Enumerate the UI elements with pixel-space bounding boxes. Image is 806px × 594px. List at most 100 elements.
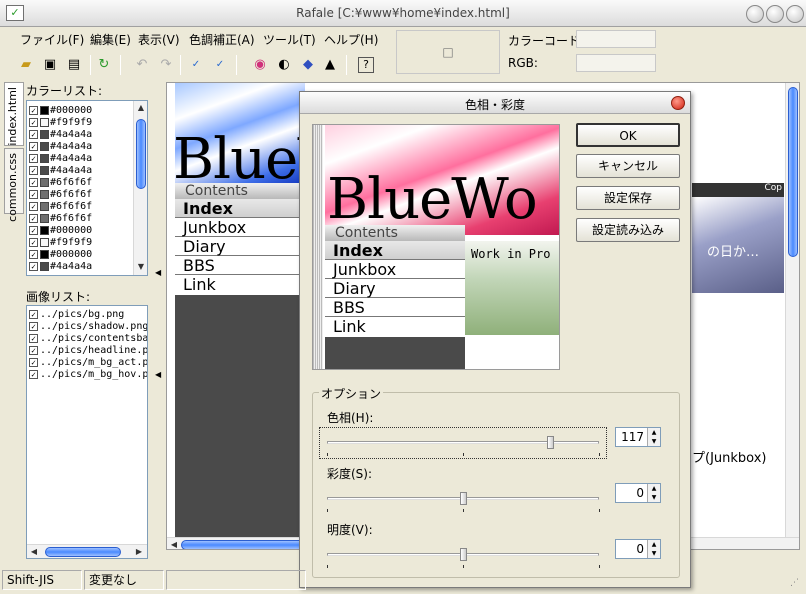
- saturation-slider-thumb[interactable]: [460, 492, 467, 505]
- color-list-item[interactable]: ✓ #4a4a4a: [29, 129, 92, 141]
- checkbox[interactable]: ✓: [29, 249, 38, 259]
- contrast-icon[interactable]: ◐: [274, 55, 294, 75]
- help-icon[interactable]: ?: [358, 57, 374, 73]
- scroll-up-icon[interactable]: ▲: [135, 102, 147, 114]
- save-settings-button[interactable]: 設定保存: [576, 186, 680, 210]
- color-list-item[interactable]: ✓ #6f6f6f: [29, 213, 92, 225]
- scroll-down-icon[interactable]: ▼: [135, 261, 147, 273]
- check-all-icon[interactable]: ✓: [186, 55, 206, 75]
- checkbox[interactable]: ✓: [29, 225, 38, 235]
- checkbox[interactable]: ✓: [29, 345, 38, 355]
- color-list-item[interactable]: ✓ #000000: [29, 225, 92, 237]
- color-list-item[interactable]: ✓ #f9f9f9: [29, 117, 92, 129]
- checkbox[interactable]: ✓: [29, 129, 38, 139]
- checkbox[interactable]: ✓: [29, 105, 38, 115]
- image-list-item[interactable]: ✓../pics/m_bg_act.png: [29, 357, 147, 369]
- checkbox[interactable]: ✓: [29, 333, 38, 343]
- color-code-field[interactable]: [576, 30, 656, 48]
- checkbox[interactable]: ✓: [29, 177, 38, 187]
- dialog-title-bar[interactable]: 色相・彩度: [300, 92, 690, 114]
- cancel-button[interactable]: キャンセル: [576, 154, 680, 178]
- color-list-item[interactable]: ✓ #4a4a4a: [29, 141, 92, 153]
- color-list-item[interactable]: ✓ #6f6f6f: [29, 189, 92, 201]
- scroll-thumb[interactable]: [136, 119, 146, 189]
- image-list-item[interactable]: ✓../pics/headline.png: [29, 345, 147, 357]
- menu-view[interactable]: 表示(V): [138, 31, 180, 48]
- dialog-close-icon[interactable]: [671, 96, 685, 110]
- scroll-left-icon[interactable]: ◀: [28, 546, 40, 558]
- color-wheel-icon[interactable]: ◉: [250, 55, 270, 75]
- hue-slider-thumb[interactable]: [547, 436, 555, 449]
- minimize-button[interactable]: [746, 5, 764, 23]
- menu-file[interactable]: ファイル(F): [20, 31, 84, 48]
- tab-common-css[interactable]: common.css: [4, 148, 24, 222]
- color-list-item[interactable]: ✓ #4a4a4a: [29, 165, 92, 177]
- saturation-value-stepper[interactable]: 0 ▲ ▼: [615, 483, 661, 503]
- checkbox[interactable]: ✓: [29, 369, 38, 379]
- collapse-arrow-icon[interactable]: ◀: [155, 268, 161, 277]
- checkbox[interactable]: ✓: [29, 153, 38, 163]
- checkbox[interactable]: ✓: [29, 141, 38, 151]
- checkbox[interactable]: ✓: [29, 213, 38, 223]
- scroll-right-icon[interactable]: ▶: [133, 546, 145, 558]
- color-list-item[interactable]: ✓ #6f6f6f: [29, 177, 92, 189]
- hue-value-stepper[interactable]: 117 ▲ ▼: [615, 427, 661, 447]
- checkbox[interactable]: ✓: [29, 261, 38, 271]
- checkbox[interactable]: ✓: [29, 309, 38, 319]
- image-list-item[interactable]: ✓../pics/m_bg_hov.png: [29, 369, 147, 381]
- image-list-item[interactable]: ✓ ../pics/shadow.png: [29, 321, 147, 333]
- tab-index-html[interactable]: index.html: [4, 82, 24, 146]
- menu-color-adjust[interactable]: 色調補正(A): [189, 31, 255, 48]
- color-list-item[interactable]: ✓ #4a4a4a: [29, 153, 92, 165]
- redo-icon[interactable]: ↷: [156, 55, 176, 75]
- brightness-slider-thumb[interactable]: [460, 548, 467, 561]
- preview-nav-diary[interactable]: Diary: [175, 237, 305, 256]
- stepper-down-icon[interactable]: ▼: [647, 493, 660, 502]
- preview-nav-index[interactable]: Index: [175, 199, 305, 218]
- checkbox[interactable]: ✓: [29, 165, 38, 175]
- maximize-button[interactable]: [766, 5, 784, 23]
- checkbox[interactable]: ✓: [29, 357, 38, 367]
- palette-icon[interactable]: ◆: [298, 55, 318, 75]
- preview-nav-bbs[interactable]: BBS: [175, 256, 305, 275]
- menu-edit[interactable]: 編集(E): [90, 31, 131, 48]
- color-list-scrollbar[interactable]: ▲ ▼: [133, 101, 147, 275]
- checkbox[interactable]: ✓: [29, 117, 38, 127]
- hat-icon[interactable]: ▲: [320, 55, 340, 75]
- color-list-item[interactable]: ✓ #4a4a4a: [29, 261, 92, 273]
- menu-help[interactable]: ヘルプ(H): [324, 31, 378, 48]
- brightness-value-stepper[interactable]: 0 ▲ ▼: [615, 539, 661, 559]
- preview-nav-junkbox[interactable]: Junkbox: [175, 218, 305, 237]
- refresh-icon[interactable]: ↻: [94, 55, 114, 75]
- checkbox[interactable]: ✓: [29, 321, 38, 331]
- stepper-up-icon[interactable]: ▲: [647, 484, 660, 493]
- collapse-arrow-icon[interactable]: ◀: [155, 370, 161, 379]
- scroll-thumb[interactable]: [788, 87, 798, 257]
- image-list-hscrollbar[interactable]: ◀ ▶: [27, 544, 147, 558]
- menu-tools[interactable]: ツール(T): [263, 31, 316, 48]
- image-list-item[interactable]: ✓ ../pics/bg.png: [29, 309, 124, 321]
- save-all-icon[interactable]: ▤: [64, 55, 84, 75]
- save-icon[interactable]: ▣: [40, 55, 60, 75]
- load-settings-button[interactable]: 設定読み込み: [576, 218, 680, 242]
- stepper-down-icon[interactable]: ▼: [647, 437, 660, 446]
- scroll-thumb[interactable]: [45, 547, 121, 557]
- color-list-item[interactable]: ✓ #000000: [29, 249, 92, 261]
- scroll-left-icon[interactable]: ◀: [168, 539, 180, 549]
- undo-icon[interactable]: ↶: [132, 55, 152, 75]
- check-invert-icon[interactable]: ✓: [210, 55, 230, 75]
- preview-vscrollbar[interactable]: [785, 83, 799, 537]
- title-bar[interactable]: ✓ Rafale [C:¥www¥home¥index.html]: [0, 0, 806, 27]
- stepper-up-icon[interactable]: ▲: [647, 428, 660, 437]
- close-button[interactable]: [786, 5, 804, 23]
- checkbox[interactable]: ✓: [29, 189, 38, 199]
- stepper-down-icon[interactable]: ▼: [647, 549, 660, 558]
- open-folder-icon[interactable]: ▰: [16, 55, 36, 75]
- image-list-item[interactable]: ✓../pics/contentsbar.p: [29, 333, 147, 345]
- color-list-item[interactable]: ✓ #6f6f6f: [29, 201, 92, 213]
- checkbox[interactable]: ✓: [29, 237, 38, 247]
- color-list-item[interactable]: ✓ #f9f9f9: [29, 237, 92, 249]
- rgb-field[interactable]: [576, 54, 656, 72]
- ok-button[interactable]: OK: [576, 123, 680, 147]
- hue-slider-track[interactable]: [327, 441, 599, 444]
